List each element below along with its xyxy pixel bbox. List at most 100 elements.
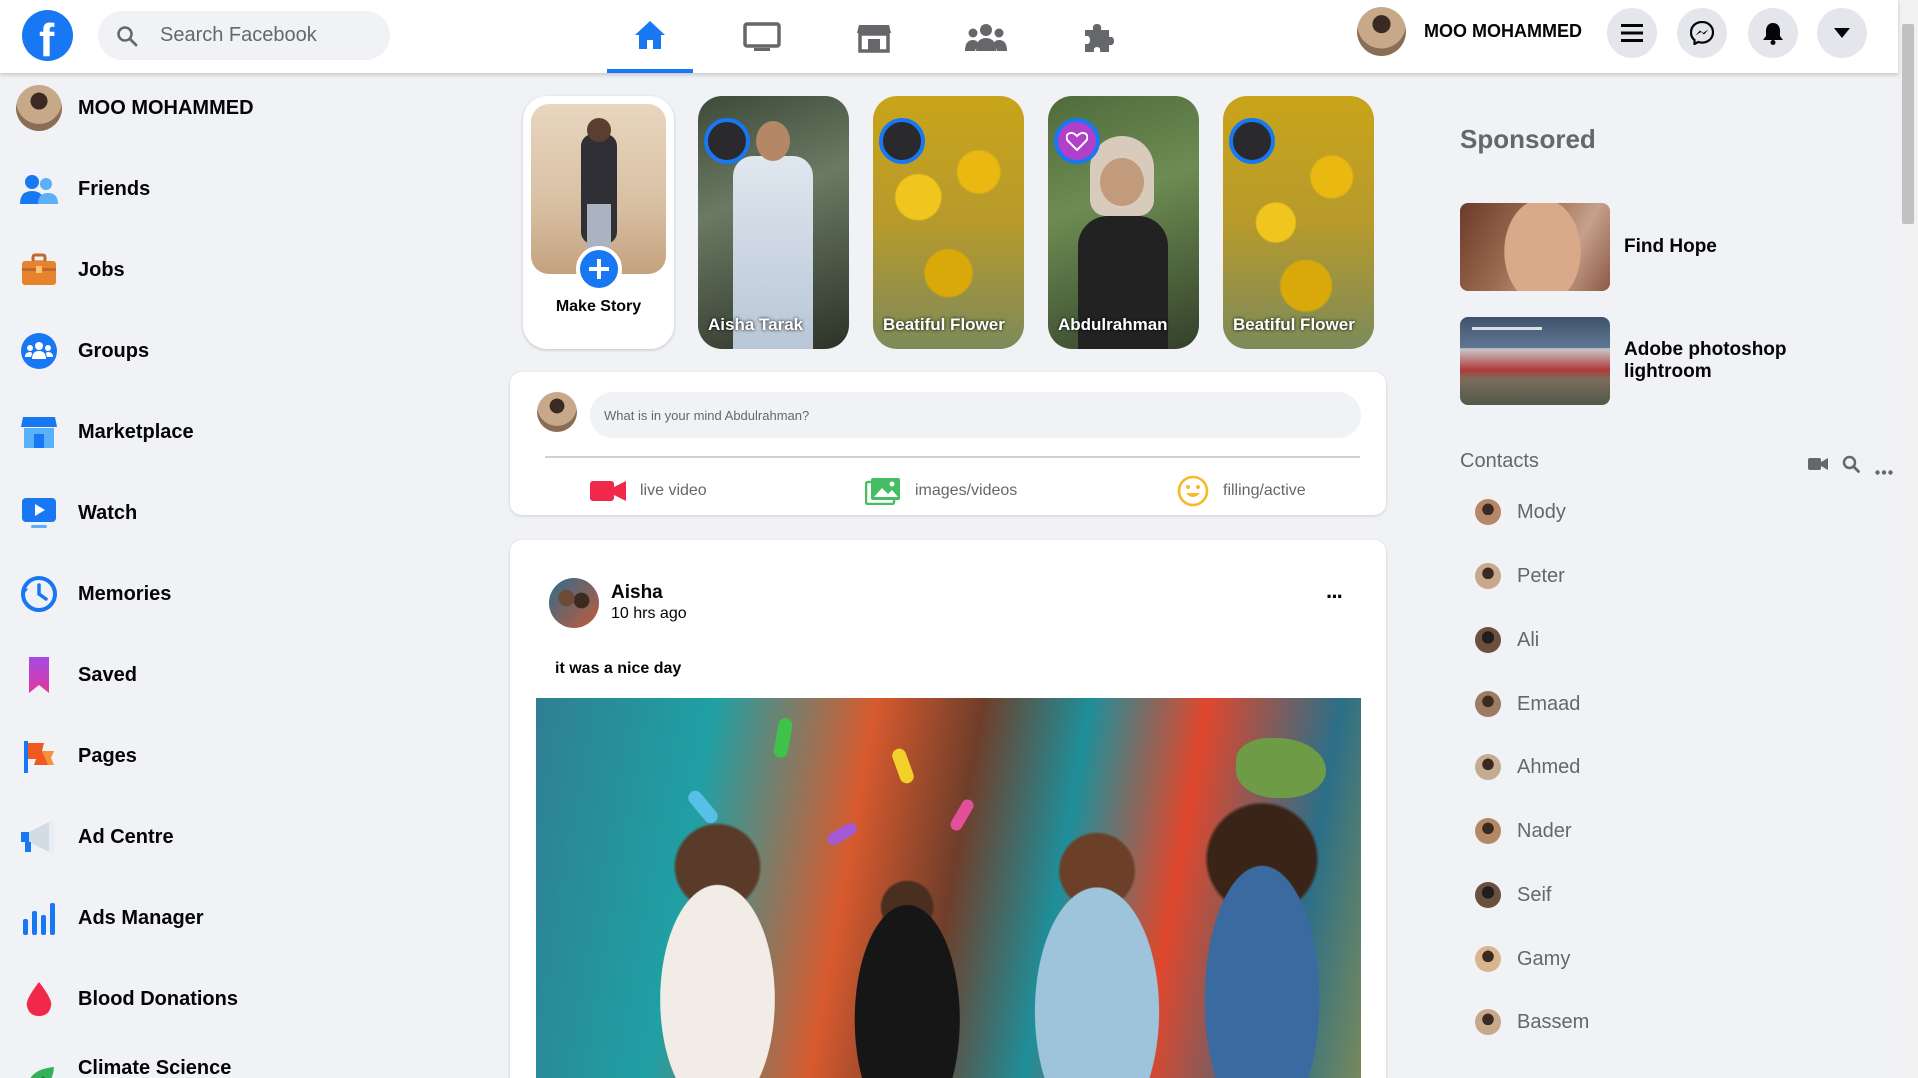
search-contacts-icon[interactable] <box>1842 455 1860 478</box>
story-card[interactable]: Beatiful Flower <box>873 96 1024 349</box>
make-story-label: Make Story <box>555 298 642 315</box>
contact-item[interactable]: Seif <box>1475 882 1551 908</box>
post-timestamp[interactable]: 10 hrs ago <box>611 605 687 623</box>
tab-groups[interactable] <box>943 0 1029 73</box>
clock-icon <box>16 571 62 617</box>
tab-watch[interactable] <box>719 0 805 73</box>
search-bar[interactable] <box>98 11 390 60</box>
sidebar-item-marketplace[interactable]: Marketplace <box>16 408 194 456</box>
contact-item[interactable]: Peter <box>1475 563 1565 589</box>
messenger-button[interactable] <box>1677 8 1727 58</box>
image-icon <box>865 478 900 505</box>
sidebar-item-saved[interactable]: Saved <box>16 651 137 699</box>
contact-name: Bassem <box>1517 1010 1590 1033</box>
avatar <box>704 118 750 164</box>
more-options-icon[interactable] <box>1875 462 1893 480</box>
contacts-heading: Contacts <box>1460 450 1539 472</box>
sidebar-item-friends[interactable]: Friends <box>16 165 150 213</box>
caret-down-icon <box>1834 28 1850 38</box>
sidebar-item-blood-donations[interactable]: Blood Donations <box>16 975 238 1023</box>
sidebar-item-ads-manager[interactable]: Ads Manager <box>16 894 204 942</box>
sidebar-item-ad-centre[interactable]: Ad Centre <box>16 813 174 861</box>
story-title: Abdulrahman <box>1058 315 1168 334</box>
post-author[interactable]: Aisha <box>611 582 663 604</box>
search-input[interactable] <box>160 11 380 60</box>
bar-chart-icon <box>16 895 62 941</box>
tab-gaming[interactable] <box>1055 0 1141 73</box>
post-input[interactable] <box>590 392 1361 438</box>
sidebar-item-jobs[interactable]: Jobs <box>16 246 125 294</box>
avatar <box>1475 1009 1501 1035</box>
megaphone-icon <box>16 814 62 860</box>
scrollbar-thumb[interactable] <box>1902 24 1914 224</box>
watch-icon <box>743 21 781 51</box>
post-text: it was a nice day <box>555 660 682 677</box>
contact-name: Gamy <box>1517 947 1571 970</box>
friends-icon <box>16 166 62 212</box>
briefcase-icon <box>16 247 62 293</box>
sidebar-item-pages[interactable]: Pages <box>16 732 137 780</box>
sidebar-item-label: Pages <box>78 744 137 767</box>
sponsored-ad[interactable]: Find Hope <box>1460 203 1804 291</box>
sidebar-item-climate[interactable]: Climate Science Centre <box>16 1056 300 1078</box>
make-story-card[interactable]: Make Story <box>523 96 674 349</box>
sponsored-ad[interactable]: Adobe photoshop lightroom <box>1460 317 1804 405</box>
contact-item[interactable]: Gamy <box>1475 946 1570 972</box>
contact-name: Ali <box>1517 628 1540 651</box>
contact-item[interactable]: Emaad <box>1475 691 1580 717</box>
avatar <box>1475 563 1501 589</box>
bell-icon <box>1763 23 1783 45</box>
contact-item[interactable]: Mody <box>1475 499 1566 525</box>
sidebar-item-profile[interactable]: MOO MOHAMMED <box>16 84 254 132</box>
menu-icon <box>1621 24 1643 42</box>
video-call-icon[interactable] <box>1808 457 1828 476</box>
avatar <box>537 392 577 432</box>
gaming-icon <box>1085 23 1114 52</box>
smile-icon <box>1177 475 1209 507</box>
messenger-icon <box>1690 21 1714 45</box>
story-card[interactable]: Abdulrahman <box>1048 96 1199 349</box>
contact-item[interactable]: Ali <box>1475 627 1539 653</box>
story-card[interactable]: Beatiful Flower <box>1223 96 1374 349</box>
bookmark-icon <box>16 652 62 698</box>
photo-video-button[interactable]: images/videos <box>865 474 1017 508</box>
contact-name: Emaad <box>1517 692 1581 715</box>
sidebar-item-label: MOO MOHAMMED <box>78 96 254 119</box>
avatar <box>1229 118 1275 164</box>
menu-button[interactable] <box>1607 8 1657 58</box>
notifications-button[interactable] <box>1748 8 1798 58</box>
account-button[interactable] <box>1817 8 1867 58</box>
sidebar-item-label: Ads Manager <box>78 906 204 929</box>
story-card[interactable]: Aisha Tarak <box>698 96 849 349</box>
sidebar-item-memories[interactable]: Memories <box>16 570 171 618</box>
avatar[interactable] <box>549 578 599 628</box>
add-story-button[interactable] <box>576 246 622 292</box>
sidebar-item-groups[interactable]: Groups <box>16 327 149 375</box>
sidebar-item-label: Marketplace <box>78 420 194 443</box>
sidebar-item-label: Blood Donations <box>78 987 238 1010</box>
contact-item[interactable]: Bassem <box>1475 1009 1589 1035</box>
live-video-button[interactable]: live video <box>590 474 707 508</box>
contact-item[interactable]: Ahmed <box>1475 754 1580 780</box>
story-title: Beatiful Flower <box>1233 315 1355 334</box>
avatar <box>879 118 925 164</box>
facebook-logo[interactable]: f <box>22 10 73 66</box>
tab-home[interactable] <box>607 0 693 73</box>
more-options-icon[interactable]: ··· <box>1326 584 1344 610</box>
avatar <box>1475 691 1501 717</box>
page-scrollbar[interactable] <box>1898 0 1918 1078</box>
shop-icon <box>16 409 62 455</box>
ad-image <box>1460 317 1610 405</box>
contact-item[interactable]: Nader <box>1475 818 1571 844</box>
sidebar-item-watch[interactable]: Watch <box>16 489 137 537</box>
avatar <box>1475 946 1501 972</box>
avatar <box>1054 118 1100 164</box>
sidebar-item-label: Saved <box>78 663 137 686</box>
sidebar-item-label: Friends <box>78 177 151 200</box>
profile-chip[interactable]: MOO MOHAMMED <box>1357 7 1582 56</box>
feeling-activity-button[interactable]: filling/active <box>1177 474 1306 508</box>
tab-marketplace[interactable] <box>831 0 917 73</box>
post-image[interactable] <box>536 698 1361 1078</box>
contact-name: Ahmed <box>1517 755 1581 778</box>
contact-name: Peter <box>1517 564 1565 587</box>
